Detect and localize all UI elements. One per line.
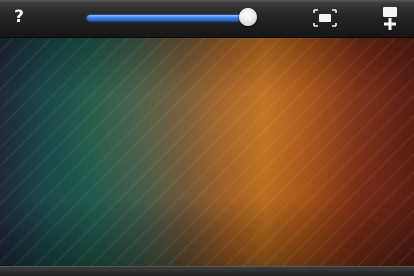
wallpaper-streaks [0,37,414,266]
bottom-bar [0,266,414,276]
wallpaper-image[interactable] [0,37,414,266]
slider-track[interactable] [87,15,251,21]
add-wallpaper-icon[interactable] [380,6,400,32]
help-icon[interactable]: ? [12,7,26,27]
slider-thumb[interactable] [239,8,257,26]
fit-to-screen-glyph [313,9,337,27]
add-wallpaper-glyph [383,7,397,30]
slider-fill [87,15,248,21]
wallpaper-preview-screen: ? [0,0,414,276]
fit-to-screen-icon[interactable] [313,9,337,27]
zoom-slider[interactable] [87,8,259,28]
top-toolbar: ? [0,0,414,38]
